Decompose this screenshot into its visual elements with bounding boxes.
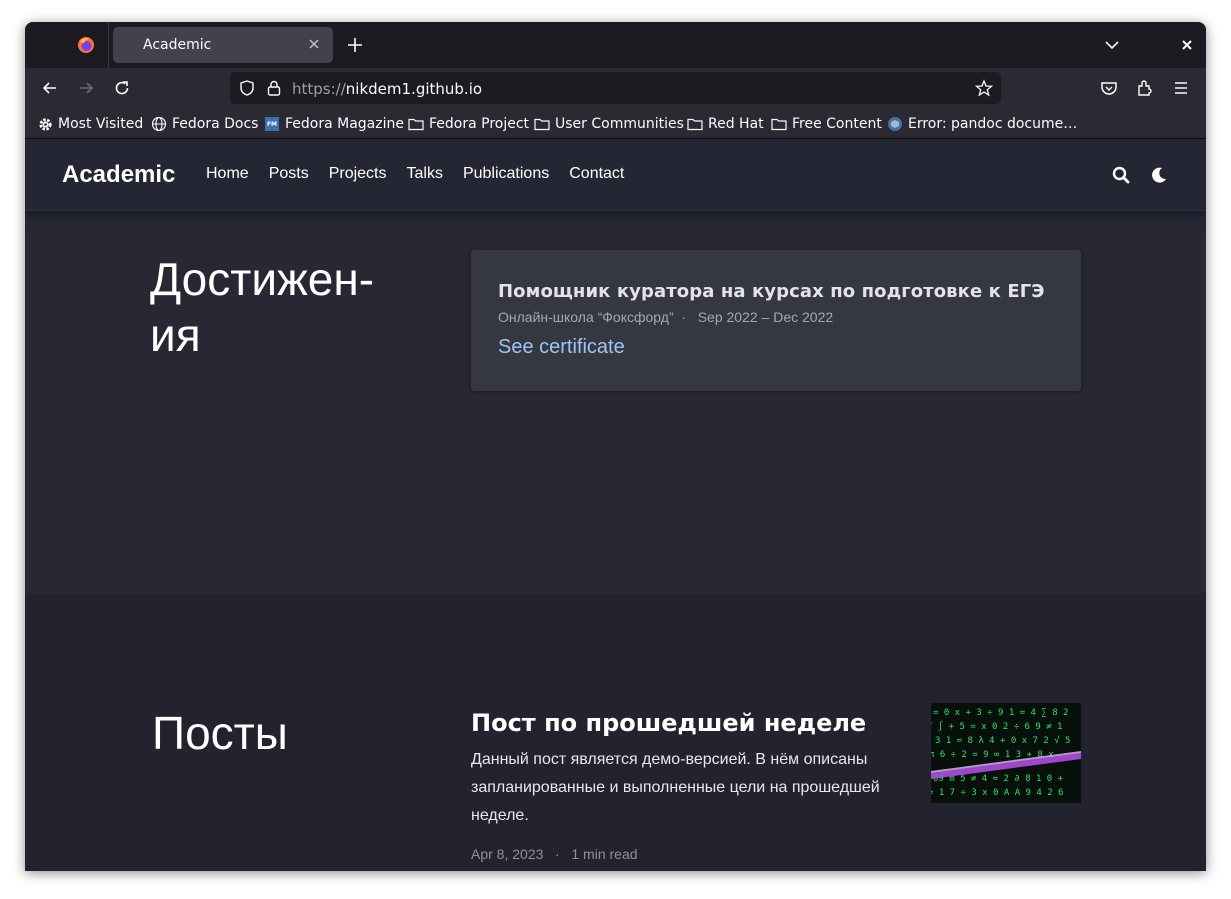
achievements-title: Достижен- ия [150,251,374,363]
moon-icon[interactable] [1149,165,1169,185]
url-bar[interactable]: https://nikdem1.github.io [230,72,1001,104]
bookmark-label: Most Visited [58,116,144,132]
bookmark-label: Fedora Project [429,116,530,132]
post-thumbnail[interactable]: = 0 x + 3 ÷ 9 1 = 4 ∑ 8 2 7 ∫ + 5 = x 0 … [931,703,1081,803]
achievement-meta: Онлайн-школа “Фоксфорд” · Sep 2022 – Dec… [498,309,834,325]
folder-icon [687,118,703,131]
tab-title: Academic [143,37,212,53]
bookmark-fedora-project[interactable]: Fedora Project [408,114,529,134]
bookmarks-toolbar: Most Visited Fedora Docs FM Fedora Magaz… [25,108,1206,139]
nav-talks[interactable]: Talks [407,165,443,183]
web-page: Достижен- ия Помощник куратора на курсах… [25,139,1206,871]
bookmark-label: Fedora Magazine [285,116,404,132]
svg-text:FM: FM [267,121,277,128]
tab-bar: Academic [25,22,1206,68]
globe-icon [151,116,167,132]
see-certificate-link[interactable]: See certificate [498,336,625,359]
nav-contact[interactable]: Contact [569,165,624,183]
bookmark-red-hat[interactable]: Red Hat [687,114,764,134]
url-host: nikdem1.github.io [345,80,483,98]
achievement-card: Помощник куратора на курсах по подготовк… [471,250,1081,391]
new-tab-icon[interactable] [345,35,365,55]
site-header: Academic Home Posts Projects Talks Publi… [25,139,1206,211]
bookmark-fedora-docs[interactable]: Fedora Docs [151,114,258,134]
bookmark-most-visited[interactable]: Most Visited [38,114,143,134]
pandoc-icon [888,117,902,131]
svg-text:3 1 = 8 λ 4 + 0 x 7 2 √ 5: 3 1 = 8 λ 4 + 0 x 7 2 √ 5 [935,735,1070,746]
bookmark-user-communities[interactable]: User Communities [534,114,684,134]
svg-text:7 ∫ + 5 = x 0 2 ÷ 6 9 ≠ 1: 7 ∫ + 5 = x 0 2 ÷ 6 9 ≠ 1 [931,721,1062,732]
bookmark-star-icon[interactable] [975,79,993,97]
bookmark-free-content[interactable]: Free Content [771,114,882,134]
chevron-down-icon[interactable] [1103,36,1121,54]
nav-publications[interactable]: Publications [463,165,549,183]
svg-text:= 1 7 ÷ 3 x 0 A A 9 4 2 6: = 1 7 ÷ 3 x 0 A A 9 4 2 6 [931,788,1063,798]
gear-icon [39,117,52,131]
svg-text:= 0 x + 3 ÷ 9 1 = 4 ∑ 8 2: = 0 x + 3 ÷ 9 1 = 4 ∑ 8 2 [933,708,1068,718]
site-brand[interactable]: Academic [62,161,175,189]
hamburger-menu-icon[interactable] [1171,78,1191,98]
bookmark-label: Red Hat [708,116,764,132]
url-text[interactable]: https://nikdem1.github.io [292,80,482,98]
bookmark-label: User Communities [555,116,684,132]
lock-icon[interactable] [266,79,282,97]
close-tab-icon[interactable] [305,35,323,53]
post-meta: Apr 8, 2023 · 1 min read [471,846,638,862]
bookmark-label: Free Content [792,116,882,132]
bookmark-pandoc-error[interactable]: Error: pandoc docume… [887,114,1077,134]
url-scheme: https:// [292,80,346,98]
posts-section: Посты Пост по прошедшей неделе Данный по… [25,593,1206,871]
achievements-section: Достижен- ия Помощник куратора на курсах… [25,231,1206,593]
reload-icon[interactable] [112,78,132,98]
nav-projects[interactable]: Projects [329,165,387,183]
active-tab[interactable]: Academic [113,27,333,63]
achievements-title-line1: Достижен- [150,253,375,305]
post-title-link[interactable]: Пост по прошедшей неделе [471,709,866,737]
tab-separator [108,22,109,68]
browser-window: Academic https://nikdem1.github.io Most … [25,22,1206,871]
fedora-magazine-icon: FM [265,117,279,131]
nav-home[interactable]: Home [206,165,249,183]
bookmark-label: Fedora Docs [172,116,259,132]
posts-title: Посты [152,707,288,759]
back-arrow-icon[interactable] [40,78,60,98]
bookmark-label: Error: pandoc docume… [908,116,1078,132]
close-window-icon[interactable] [1178,36,1196,54]
site-menu: Home Posts Projects Talks Publications C… [206,165,644,183]
achievements-title-line2: ия [150,309,201,362]
folder-icon [408,118,424,131]
search-icon[interactable] [1111,165,1131,185]
pocket-icon[interactable] [1099,78,1119,98]
forward-arrow-icon[interactable] [76,78,96,98]
extensions-icon[interactable] [1135,78,1155,98]
navigation-toolbar: https://nikdem1.github.io [25,68,1206,108]
post-thumbnail-image: = 0 x + 3 ÷ 9 1 = 4 ∑ 8 2 7 ∫ + 5 = x 0 … [931,703,1081,803]
shield-icon[interactable] [238,79,256,97]
achievement-title: Помощник куратора на курсах по подготовк… [498,281,1045,302]
folder-icon [771,118,787,131]
bookmark-fedora-magazine[interactable]: FM Fedora Magazine [264,114,404,134]
post-summary: Данный пост является демо-версией. В нём… [471,751,880,824]
nav-posts[interactable]: Posts [269,165,309,183]
folder-icon [534,118,550,131]
firefox-icon[interactable] [77,36,95,54]
